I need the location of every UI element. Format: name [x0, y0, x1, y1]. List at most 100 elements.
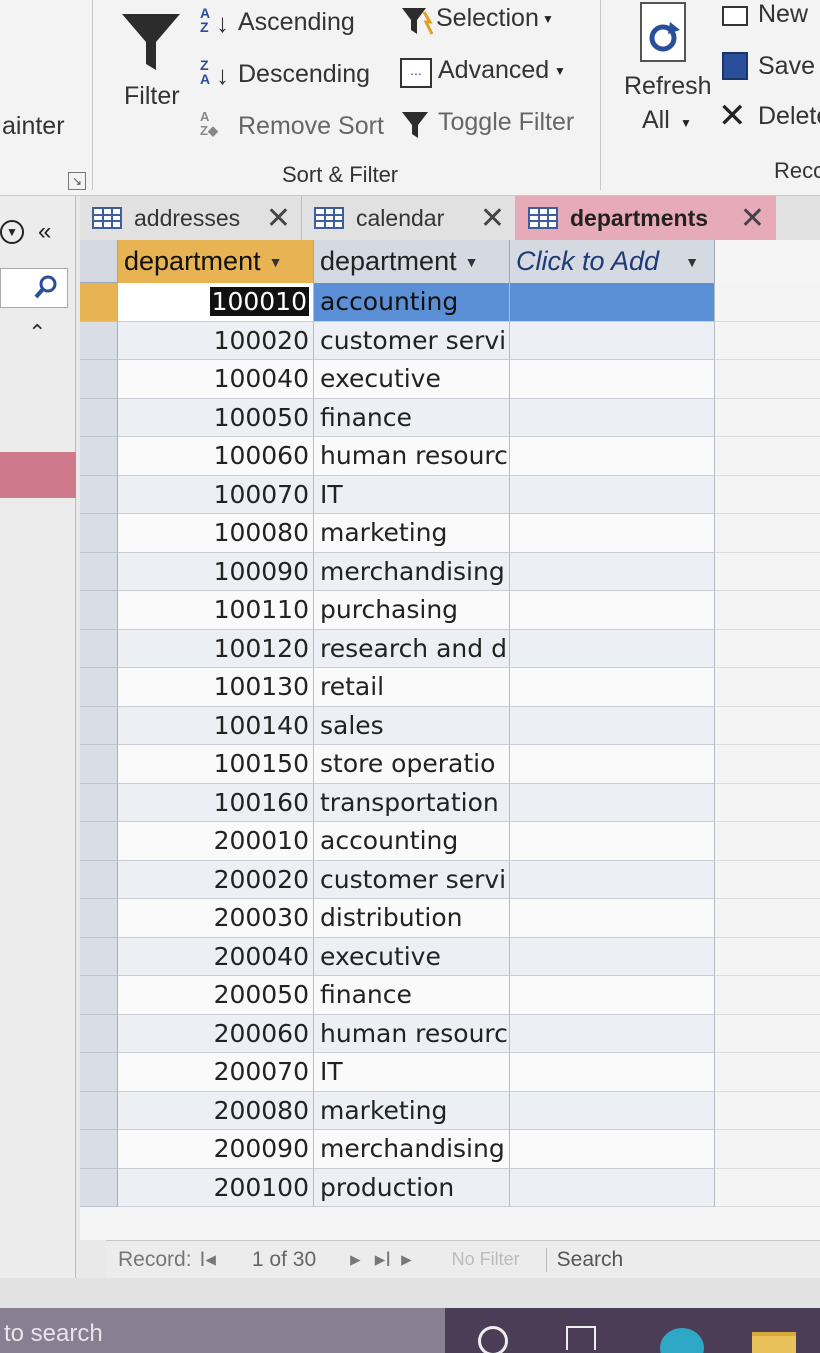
department-id-cell[interactable]: 200040: [118, 937, 314, 976]
nav-search-input[interactable]: [0, 268, 68, 308]
table-row[interactable]: 100110 purchasing: [80, 591, 820, 630]
department-id-cell[interactable]: 100090: [118, 552, 314, 591]
record-selector[interactable]: [80, 629, 118, 668]
department-id-cell[interactable]: 200050: [118, 976, 314, 1015]
format-painter-label[interactable]: ainter: [2, 112, 65, 141]
click-to-add-cell[interactable]: [510, 783, 715, 822]
department-id-cell[interactable]: 100060: [118, 437, 314, 476]
chevron-down-icon[interactable]: ▼: [465, 254, 479, 270]
filter-button[interactable]: Filter: [112, 4, 192, 114]
delete-button[interactable]: ✕ Delete: [718, 100, 820, 136]
table-row[interactable]: 100090 merchandising: [80, 552, 820, 591]
department-id-cell[interactable]: 100070: [118, 475, 314, 514]
department-id-cell[interactable]: 100130: [118, 668, 314, 707]
department-name-cell[interactable]: human resourc: [314, 437, 510, 476]
table-row[interactable]: 100080 marketing: [80, 514, 820, 553]
record-selector[interactable]: [80, 398, 118, 437]
click-to-add-cell[interactable]: [510, 937, 715, 976]
click-to-add-cell[interactable]: [510, 976, 715, 1015]
toggle-filter-button[interactable]: Toggle Filter: [400, 106, 590, 146]
column-header-department-id[interactable]: department ▼: [118, 240, 314, 283]
record-selector[interactable]: [80, 937, 118, 976]
record-selector[interactable]: [80, 976, 118, 1015]
department-id-cell[interactable]: 200060: [118, 1014, 314, 1053]
department-id-cell[interactable]: 100080: [118, 514, 314, 553]
chevron-down-icon[interactable]: ▼: [685, 254, 699, 270]
table-row[interactable]: 200050 finance: [80, 976, 820, 1015]
table-row[interactable]: 100060 human resourc: [80, 437, 820, 476]
department-name-cell[interactable]: executive: [314, 937, 510, 976]
department-name-cell[interactable]: accounting: [314, 283, 510, 322]
department-id-cell[interactable]: 200090: [118, 1130, 314, 1169]
department-id-cell[interactable]: 100140: [118, 706, 314, 745]
department-id-cell[interactable]: 100150: [118, 745, 314, 784]
dialog-launcher-icon[interactable]: ↘: [68, 172, 86, 190]
click-to-add-cell[interactable]: [510, 591, 715, 630]
department-id-cell[interactable]: 200070: [118, 1053, 314, 1092]
click-to-add-cell[interactable]: [510, 1168, 715, 1207]
click-to-add-cell[interactable]: [510, 514, 715, 553]
first-record-icon[interactable]: I◂: [200, 1247, 216, 1272]
department-name-cell[interactable]: human resourc: [314, 1014, 510, 1053]
click-to-add-cell[interactable]: [510, 1053, 715, 1092]
department-id-cell[interactable]: 100160: [118, 783, 314, 822]
department-id-cell[interactable]: 200020: [118, 860, 314, 899]
table-row[interactable]: 100050 finance: [80, 398, 820, 437]
department-name-cell[interactable]: IT: [314, 475, 510, 514]
table-row[interactable]: 200070 IT: [80, 1053, 820, 1092]
record-selector[interactable]: [80, 360, 118, 399]
click-to-add-cell[interactable]: [510, 860, 715, 899]
department-id-cell[interactable]: 100120: [118, 629, 314, 668]
click-to-add-cell[interactable]: [510, 321, 715, 360]
click-to-add-cell[interactable]: [510, 552, 715, 591]
record-selector[interactable]: [80, 1130, 118, 1169]
tab-calendar[interactable]: calendar ✕: [302, 196, 516, 240]
department-name-cell[interactable]: merchandising: [314, 1130, 510, 1169]
click-to-add-cell[interactable]: [510, 822, 715, 861]
record-selector[interactable]: [80, 514, 118, 553]
department-id-cell[interactable]: 200030: [118, 899, 314, 938]
table-row[interactable]: 200100 production: [80, 1168, 820, 1207]
next-record-icon[interactable]: ▸: [350, 1247, 361, 1272]
department-id-cell[interactable]: 200100: [118, 1168, 314, 1207]
click-to-add-cell[interactable]: [510, 475, 715, 514]
department-name-cell[interactable]: accounting: [314, 822, 510, 861]
table-row[interactable]: 100070 IT: [80, 475, 820, 514]
scroll-up-icon[interactable]: ⌃: [28, 320, 46, 346]
select-all-corner[interactable]: [80, 240, 118, 283]
department-name-cell[interactable]: marketing: [314, 514, 510, 553]
edge-icon[interactable]: [660, 1328, 704, 1353]
file-explorer-icon[interactable]: [752, 1332, 796, 1353]
table-row[interactable]: 100020 customer servi: [80, 321, 820, 360]
department-id-cell[interactable]: 100010: [118, 283, 314, 322]
department-id-cell[interactable]: 100020: [118, 321, 314, 360]
close-icon[interactable]: ✕: [480, 201, 505, 236]
tab-departments[interactable]: departments ✕: [516, 196, 776, 240]
new-record-nav-icon[interactable]: ▸: [401, 1247, 412, 1272]
department-name-cell[interactable]: production: [314, 1168, 510, 1207]
advanced-button[interactable]: ... Advanced ▼: [400, 54, 570, 94]
collapse-nav-icon[interactable]: «: [38, 218, 51, 246]
taskbar-search-box[interactable]: to search: [0, 1308, 445, 1353]
close-icon[interactable]: ✕: [740, 201, 765, 236]
chevron-down-icon[interactable]: ▼: [269, 254, 283, 270]
department-name-cell[interactable]: retail: [314, 668, 510, 707]
department-name-cell[interactable]: finance: [314, 398, 510, 437]
department-id-cell[interactable]: 100110: [118, 591, 314, 630]
column-header-department-name[interactable]: department ▼: [314, 240, 510, 283]
search-icon[interactable]: [33, 273, 61, 301]
click-to-add-cell[interactable]: [510, 437, 715, 476]
table-row[interactable]: 100140 sales: [80, 706, 820, 745]
department-name-cell[interactable]: customer servi: [314, 321, 510, 360]
department-name-cell[interactable]: research and d: [314, 629, 510, 668]
tab-addresses[interactable]: addresses ✕: [80, 196, 302, 240]
record-position-field[interactable]: 1 of 30: [252, 1248, 316, 1272]
department-id-cell[interactable]: 200010: [118, 822, 314, 861]
save-button[interactable]: Save: [718, 50, 820, 86]
table-row[interactable]: 200030 distribution: [80, 899, 820, 938]
record-selector[interactable]: [80, 706, 118, 745]
no-filter-indicator[interactable]: No Filter: [452, 1249, 520, 1270]
click-to-add-cell[interactable]: [510, 668, 715, 707]
click-to-add-cell[interactable]: [510, 706, 715, 745]
table-row[interactable]: 100150 store operatio: [80, 745, 820, 784]
